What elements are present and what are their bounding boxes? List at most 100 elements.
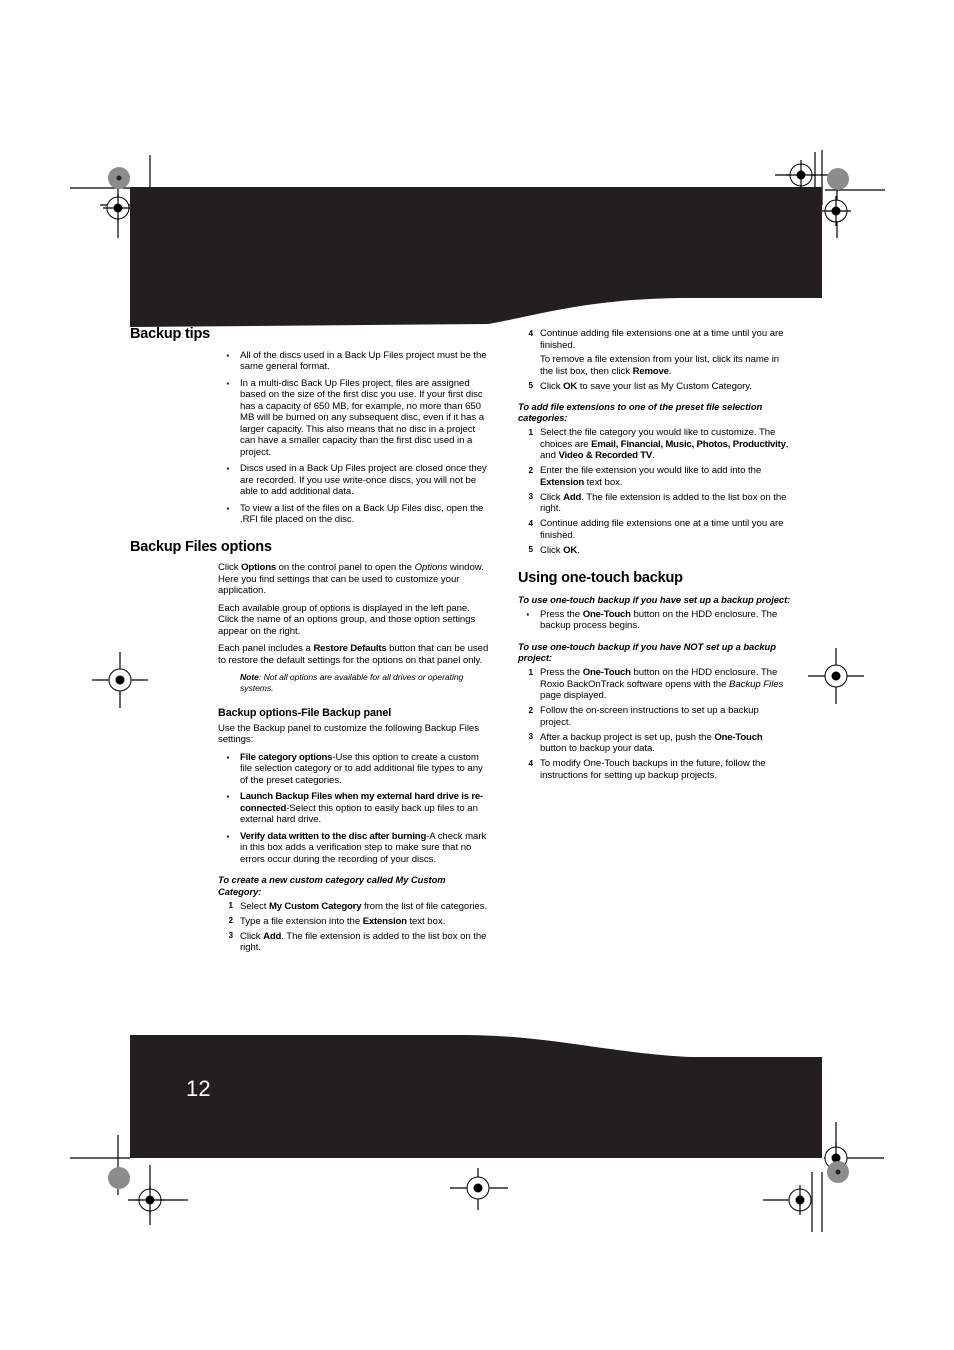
- registration-target: [824, 1143, 848, 1173]
- registration-target: [135, 1185, 165, 1215]
- step-item: 4 Continue adding file extensions one at …: [518, 518, 791, 541]
- footer-banner: [130, 1030, 822, 1162]
- registration-target: [788, 1185, 812, 1215]
- text-run: Click: [540, 544, 564, 556]
- step-number: 5: [528, 545, 533, 555]
- step-number: 5: [528, 381, 533, 390]
- text-run: Continue adding file extensions one at a…: [540, 518, 784, 541]
- preset-categories-steps: 1 Select the file category you would like…: [518, 427, 791, 556]
- text-run: on the control panel to open the: [276, 562, 415, 574]
- left-column: Backup tips All of the discs used in a B…: [130, 326, 491, 959]
- text-run-bold: One-Touch: [582, 667, 631, 679]
- text-run-italic: Options: [414, 562, 448, 574]
- color-control-dot: [108, 1167, 130, 1189]
- list-item: Press the One-Touch button on the HDD en…: [518, 607, 791, 632]
- text-run: .: [668, 365, 672, 377]
- heading-file-backup-panel: Backup options-File Backup panel: [218, 706, 392, 719]
- step-item: 3 Click Add. The file extension is added …: [218, 931, 491, 954]
- text-run-bold: Email, Financial, Music, Photos, Product…: [591, 438, 786, 450]
- paragraph-options-groups: Each available group of options is displ…: [218, 602, 476, 637]
- text-run: page displayed.: [540, 690, 607, 702]
- text-run-bold: Extension: [362, 915, 407, 927]
- text-run: text box.: [584, 476, 623, 488]
- note-body: : Not all options are available for all …: [240, 672, 464, 693]
- text-run: .: [577, 544, 580, 556]
- text-run: Click: [240, 930, 264, 942]
- step-number: 3: [228, 931, 233, 941]
- text-run-bold: Remove: [632, 365, 669, 377]
- registration-target: [786, 160, 816, 190]
- text-run: button to backup your data.: [540, 743, 655, 755]
- text-run: Follow the on-screen instructions to set…: [540, 705, 759, 728]
- note-paragraph: Note: Not all options are available for …: [240, 672, 491, 693]
- step-item: 3 Click Add. The file extension is added …: [518, 492, 791, 515]
- text-run-bold: OK: [563, 544, 578, 556]
- text-run-bold: My Custom Category: [268, 900, 362, 912]
- text-run: Click: [540, 491, 564, 503]
- text-run-bold: Options: [241, 562, 276, 574]
- text-run: Press the: [540, 608, 583, 620]
- step-item: 5 Click OK.: [518, 545, 791, 557]
- text-run: After a backup project is set up, push t…: [540, 731, 715, 743]
- color-control-dot: [827, 168, 849, 190]
- right-column: 4 Continue adding file extensions one at …: [518, 326, 791, 786]
- list-item: To view a list of the files on a Back Up…: [218, 501, 491, 526]
- page-number: 12: [186, 1076, 211, 1101]
- color-control-dot: [827, 1161, 849, 1183]
- text-run: .: [652, 450, 655, 462]
- step-number: 1: [528, 427, 533, 437]
- backup-tips-list: All of the discs used in a Back Up Files…: [218, 348, 491, 526]
- heading-one-touch-set-up: To use one-touch backup if you have set …: [518, 593, 791, 605]
- list-item: Verify data written to the disc after bu…: [218, 829, 491, 866]
- heading-backup-tips: Backup tips: [130, 326, 210, 342]
- paragraph-file-backup-intro: Use the Backup panel to customize the fo…: [218, 722, 479, 746]
- list-item: Launch Backup Files when my external har…: [218, 789, 491, 826]
- text-run-bold: OK: [563, 380, 578, 392]
- text-run-bold: File category options: [240, 751, 333, 763]
- step-number: 3: [528, 732, 533, 742]
- heading-create-custom-category: To create a new custom category called M…: [218, 874, 446, 897]
- text-run: Each panel includes a: [218, 643, 314, 655]
- step-number: 4: [528, 328, 533, 338]
- text-run: Continue adding file extensions one at a…: [540, 328, 784, 351]
- step-item: 2 Type a file extension into the Extensio…: [218, 916, 491, 928]
- heading-backup-files-options: Backup Files options: [130, 538, 272, 555]
- text-run: To modify One-Touch backups in the futur…: [540, 758, 766, 781]
- list-item: All of the discs used in a Back Up Files…: [218, 348, 491, 373]
- step-number: 2: [528, 465, 533, 475]
- registration-target: [103, 193, 133, 223]
- text-run: Select: [240, 900, 269, 912]
- paragraph-options-intro: Click Options on the control panel to op…: [218, 562, 491, 597]
- note-label: Note: [240, 672, 259, 683]
- one-touch-set-up-list: Press the One-Touch button on the HDD en…: [518, 607, 791, 632]
- step-item: 2 Follow the on-screen instructions to se…: [518, 705, 791, 728]
- heading-preset-categories: To add file extensions to one of the pre…: [518, 401, 763, 424]
- step-sub-paragraph: To remove a file extension from your lis…: [540, 354, 791, 377]
- list-item: In a multi-disc Back Up Files project, f…: [218, 376, 491, 459]
- text-run: Type a file extension into the: [240, 915, 363, 927]
- step-item: 1 Select the file category you would like…: [518, 427, 791, 462]
- registration-target: [108, 668, 132, 692]
- text-run-bold: Video & Recorded TV: [558, 450, 653, 462]
- page-content: Backup tips All of the discs used in a B…: [130, 326, 822, 1016]
- text-run-bold: Restore Defaults: [313, 643, 387, 655]
- text-run-bold: One-Touch: [714, 731, 763, 743]
- step-number: 2: [228, 916, 233, 926]
- step-number: 1: [228, 901, 233, 911]
- text-run: Press the: [540, 667, 583, 679]
- list-item: Discs used in a Back Up Files project ar…: [218, 461, 491, 498]
- create-custom-category-steps: 1 Select My Custom Category from the list…: [218, 901, 491, 954]
- step-item: 1 Select My Custom Category from the list…: [218, 901, 491, 913]
- step-item: 4 Continue adding file extensions one at …: [518, 328, 791, 377]
- header-banner: [130, 187, 822, 327]
- step-item: 5 Click OK to save your list as My Custom…: [518, 381, 791, 393]
- text-run: to save your list as My Custom Category.: [577, 380, 752, 392]
- step-number: 4: [528, 518, 533, 528]
- step-item: 4 To modify One-Touch backups in the futu…: [518, 758, 791, 781]
- paragraph-restore-defaults: Each panel includes a Restore Defaults b…: [218, 643, 491, 666]
- step-number: 3: [528, 492, 533, 502]
- registration-target: [821, 196, 851, 226]
- text-run: from the list of file categories.: [361, 900, 488, 912]
- text-run-bold: Verify data written to the disc after bu…: [240, 830, 427, 842]
- text-run: text box.: [406, 915, 446, 927]
